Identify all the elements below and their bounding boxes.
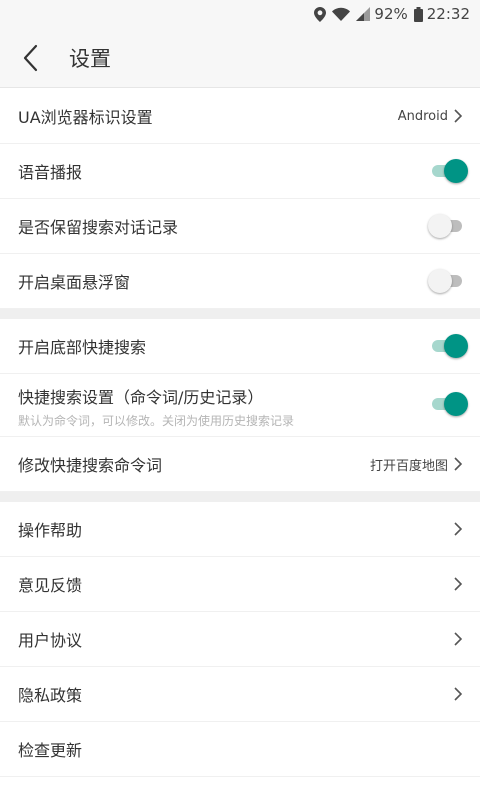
chevron-right-icon [454,632,462,646]
feedback-row[interactable]: 意见反馈 [0,557,480,612]
float-window-toggle[interactable] [428,268,468,294]
chevron-right-icon [454,687,462,701]
quick-search-mode-desc: 默认为命令词，可以修改。关闭为使用历史搜索记录 [18,414,295,428]
quick-search-mode-toggle[interactable] [430,391,468,417]
quick-search-mode-label: 快捷搜索设置（命令词/历史记录） [18,388,264,407]
help-row[interactable]: 操作帮助 [0,502,480,557]
chevron-right-icon [454,577,462,591]
float-window-row: 开启桌面悬浮窗 [0,254,480,309]
quick-command-value: 打开百度地图 [369,458,448,474]
chevron-right-icon [454,457,462,471]
location-icon [314,6,327,22]
bottom-search-row: 开启底部快捷搜索 [0,319,480,374]
quick-command-row[interactable]: 修改快捷搜索命令词 打开百度地图 [0,437,480,492]
bottom-search-label: 开启底部快捷搜索 [18,338,147,357]
back-button[interactable] [0,28,60,88]
ua-setting-label: UA浏览器标识设置 [18,108,153,127]
privacy-policy-label: 隐私政策 [18,686,83,705]
chevron-right-icon [454,109,462,123]
page-title: 设置 [69,46,111,71]
user-agreement-label: 用户协议 [18,631,83,650]
chevron-right-icon [454,522,462,536]
privacy-policy-row[interactable]: 隐私政策 [0,667,480,722]
feedback-label: 意见反馈 [18,576,83,595]
voice-broadcast-toggle[interactable] [430,158,468,184]
quick-search-mode-row: 快捷搜索设置（命令词/历史记录） 默认为命令词，可以修改。关闭为使用历史搜索记录 [0,374,480,437]
check-update-row[interactable]: 检查更新 [0,722,480,777]
battery-percent: 92% [374,5,408,23]
keep-history-toggle[interactable] [428,213,468,239]
bottom-search-toggle[interactable] [430,333,468,359]
voice-broadcast-label: 语音播报 [18,163,83,182]
app-header: 设置 [0,28,480,88]
voice-broadcast-row: 语音播报 [0,144,480,199]
section-divider [0,309,480,319]
keep-history-row: 是否保留搜索对话记录 [0,199,480,254]
quick-command-label: 修改快捷搜索命令词 [18,456,163,475]
check-update-label: 检查更新 [18,741,83,760]
signal-icon [356,7,371,21]
ua-setting-row[interactable]: UA浏览器标识设置 Android [0,89,480,144]
status-bar: 92% 22:32 [0,0,480,28]
settings-list: UA浏览器标识设置 Android 语音播报 是否保留搜索对话记录 开启桌面悬浮… [0,89,480,777]
keep-history-label: 是否保留搜索对话记录 [18,218,179,237]
section-divider [0,492,480,502]
help-label: 操作帮助 [18,521,83,540]
clock: 22:32 [426,5,470,23]
float-window-label: 开启桌面悬浮窗 [18,273,131,292]
ua-setting-value: Android [397,108,448,124]
wifi-icon [332,7,351,21]
user-agreement-row[interactable]: 用户协议 [0,612,480,667]
battery-icon [413,6,423,22]
back-chevron-icon [23,44,38,71]
